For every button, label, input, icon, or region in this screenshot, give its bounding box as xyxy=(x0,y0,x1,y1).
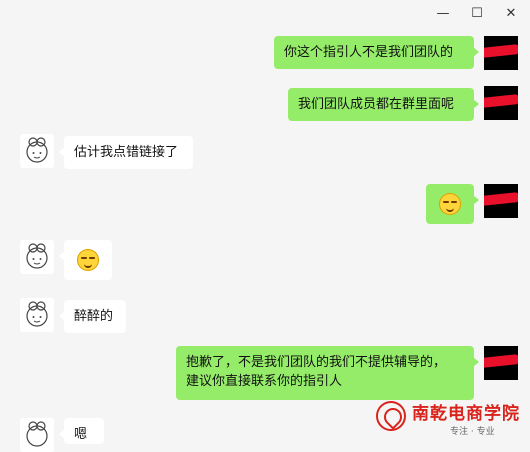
message-text: 你这个指引人不是我们团队的 xyxy=(284,45,454,60)
message-text: 估计我点错链接了 xyxy=(74,145,179,160)
message-text: 醉醉的 xyxy=(74,309,114,324)
message-text: 嗯 xyxy=(74,427,88,442)
embarrassed-emoji-icon xyxy=(439,193,461,215)
minimize-button[interactable]: — xyxy=(432,3,454,23)
avatar-other[interactable] xyxy=(20,134,54,168)
chat-area[interactable]: 你这个指引人不是我们团队的 我们团队成员都在群里面呢 估计我点错链接了 醉醉的 … xyxy=(0,26,530,452)
message-bubble-outgoing[interactable]: 你这个指引人不是我们团队的 xyxy=(274,36,479,69)
message-bubble-incoming[interactable] xyxy=(59,240,112,280)
minimize-icon: — xyxy=(436,5,450,21)
message-bubble-outgoing[interactable]: 我们团队成员都在群里面呢 xyxy=(288,88,479,121)
title-bar: — ☐ ✕ xyxy=(0,0,530,26)
embarrassed-emoji-icon xyxy=(77,249,99,271)
message-bubble-outgoing[interactable] xyxy=(426,184,479,224)
redaction-mark xyxy=(484,353,518,369)
message-bubble-incoming[interactable]: 估计我点错链接了 xyxy=(59,136,193,169)
maximize-button[interactable]: ☐ xyxy=(466,3,488,23)
watermark-title: 南乾电商学院 xyxy=(412,404,520,424)
avatar-other[interactable] xyxy=(20,418,54,452)
redaction-mark xyxy=(484,43,518,59)
maximize-icon: ☐ xyxy=(471,5,483,21)
message-bubble-incoming[interactable]: 醉醉的 xyxy=(59,300,126,333)
avatar-self[interactable] xyxy=(484,86,518,120)
message-bubble-incoming[interactable]: 嗯 xyxy=(59,418,104,444)
avatar-self[interactable] xyxy=(484,184,518,218)
doodle-avatar-icon xyxy=(26,301,48,327)
doodle-avatar-icon xyxy=(26,137,48,163)
doodle-avatar-icon xyxy=(26,243,48,269)
watermark: 南乾电商学院 专注 · 专业 xyxy=(374,398,526,442)
avatar-other[interactable] xyxy=(20,240,54,274)
close-button[interactable]: ✕ xyxy=(500,3,522,23)
redaction-mark xyxy=(484,191,518,207)
watermark-subtitle: 专注 · 专业 xyxy=(450,427,495,437)
message-text-line: 抱歉了，不是我们团队的我们不提供辅导的， xyxy=(186,355,447,370)
watermark-logo-icon xyxy=(376,401,406,431)
redaction-mark xyxy=(484,93,518,109)
avatar-self[interactable] xyxy=(484,346,518,380)
avatar-other[interactable] xyxy=(20,298,54,332)
message-text: 我们团队成员都在群里面呢 xyxy=(298,97,455,112)
avatar-self[interactable] xyxy=(484,36,518,70)
message-text-line: 建议你直接联系你的指引人 xyxy=(186,374,343,389)
close-icon: ✕ xyxy=(505,5,517,21)
doodle-avatar-icon xyxy=(26,421,48,447)
message-bubble-outgoing[interactable]: 抱歉了，不是我们团队的我们不提供辅导的， 建议你直接联系你的指引人 xyxy=(176,346,479,400)
